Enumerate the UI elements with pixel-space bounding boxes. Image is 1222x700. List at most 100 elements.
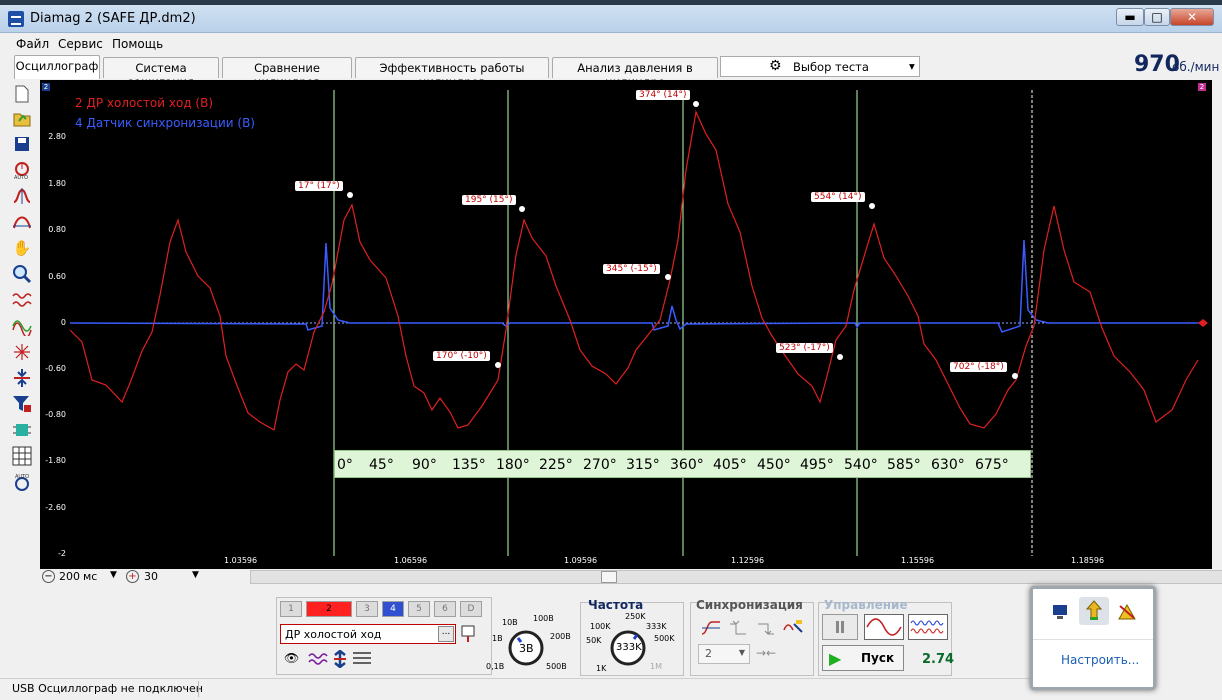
oscilloscope-plot[interactable]: 2 2: [40, 80, 1212, 570]
cursor-point[interactable]: [347, 192, 353, 198]
channel-button-6[interactable]: 6: [434, 601, 456, 617]
single-mode-button[interactable]: [864, 614, 904, 640]
filter-icon[interactable]: [10, 288, 34, 312]
gear-icon: ⚙: [769, 58, 782, 74]
sync-auto-icon[interactable]: [782, 618, 804, 641]
menu-help[interactable]: Помощь: [112, 37, 163, 51]
volt-label: 100В: [533, 614, 554, 623]
upload-icon[interactable]: [1079, 597, 1109, 625]
degree-label: 270°: [583, 457, 617, 473]
cursor-point[interactable]: [519, 206, 525, 212]
cursor-point[interactable]: [693, 101, 699, 107]
cursor-point[interactable]: [495, 362, 501, 368]
test-select[interactable]: ⚙ Выбор теста ▾: [720, 56, 920, 77]
chip-icon[interactable]: [10, 418, 34, 442]
channel-button-d[interactable]: D: [460, 601, 482, 617]
legend-channel-2: 2 ДР холостой ход (В): [75, 96, 214, 110]
sync-rising-icon[interactable]: [700, 618, 722, 641]
open-folder-icon[interactable]: [10, 107, 34, 131]
sync-lock-icon[interactable]: →←: [756, 646, 776, 660]
pause-button[interactable]: [822, 614, 858, 640]
wave-filter-icon[interactable]: [308, 650, 328, 671]
sync-channel-select[interactable]: 2 ▼: [698, 644, 750, 664]
maximize-button[interactable]: □: [1144, 8, 1170, 26]
zoom-out-icon[interactable]: −: [42, 570, 55, 583]
cursor-label: 523° (-17°): [776, 343, 833, 353]
y-tick: 0.80: [48, 225, 66, 234]
cursor-point[interactable]: [1012, 373, 1018, 379]
y-tick: -0.80: [45, 410, 66, 419]
tab-ignition[interactable]: Система зажигания: [103, 57, 219, 89]
lines-icon[interactable]: [352, 650, 372, 671]
grid-icon[interactable]: [10, 444, 34, 468]
measure-icon[interactable]: [10, 340, 34, 364]
channel-filter-icon[interactable]: [10, 392, 34, 416]
degree-label: 585°: [887, 457, 921, 473]
popup-divider: [1033, 639, 1153, 640]
cursor-point[interactable]: [665, 274, 671, 280]
hand-icon[interactable]: ✋: [10, 236, 34, 260]
channel-button-1[interactable]: 1: [280, 601, 302, 617]
minimize-button[interactable]: ▬: [1116, 8, 1144, 26]
tab-oscilloscope[interactable]: Осциллограф: [14, 55, 100, 79]
time-value[interactable]: 200: [59, 570, 80, 583]
channel-button-2[interactable]: 2: [306, 601, 352, 617]
degree-label: 0°: [337, 457, 353, 473]
frequency-label: 250K: [625, 612, 646, 621]
save-icon[interactable]: [10, 132, 34, 156]
frequency-label: 1M: [650, 662, 662, 671]
sync-up-icon[interactable]: [728, 618, 748, 641]
start-label: Пуск: [861, 651, 895, 665]
cursor-point[interactable]: [837, 354, 843, 360]
menu-bar: Файл Сервис Помощь: [0, 34, 1222, 54]
amp-value[interactable]: 30: [144, 570, 158, 583]
channel-name-input[interactable]: ДР холостой ход ...: [280, 624, 456, 644]
probe-icon[interactable]: [460, 624, 478, 644]
zero-marker[interactable]: [1198, 319, 1208, 327]
sync-icon[interactable]: [10, 366, 34, 390]
volt-knob[interactable]: 3В 10В 100В 1В 200В 0,1В 500В: [486, 612, 574, 674]
eye-icon[interactable]: 👁: [284, 651, 299, 665]
close-button[interactable]: ✕: [1170, 8, 1214, 26]
menu-service[interactable]: Сервис: [58, 37, 103, 51]
status-text: USB Осциллограф не подключен: [12, 682, 203, 695]
channel-button-4[interactable]: 4: [382, 601, 404, 617]
new-file-icon[interactable]: [10, 82, 34, 106]
more-button[interactable]: ...: [438, 626, 454, 642]
tab-cylinder-efficiency[interactable]: Эффективность работы цилиндров: [355, 57, 549, 89]
channel-button-3[interactable]: 3: [356, 601, 378, 617]
tab-cylinder-compare[interactable]: Сравнение цилиндров: [222, 57, 352, 89]
auto-scale-icon[interactable]: AUTO: [10, 158, 34, 182]
title-bar: Diamag 2 (SAFE ДР.dm2) ▬ □ ✕: [0, 5, 1222, 33]
x-tick: 1.06596: [394, 556, 428, 565]
zoom-icon[interactable]: [10, 262, 34, 286]
zoom-in-icon[interactable]: +: [126, 570, 139, 583]
chevron-down-icon[interactable]: ▼: [192, 570, 199, 580]
horizontal-scrollbar[interactable]: [250, 570, 1222, 584]
app-icon: [8, 11, 24, 27]
trigger-cursor-icon[interactable]: [10, 184, 34, 208]
degree-label: 630°: [931, 457, 965, 473]
configure-link[interactable]: Настроить...: [1061, 653, 1139, 667]
channel-button-5[interactable]: 5: [408, 601, 430, 617]
measured-value: 2.74: [922, 652, 955, 667]
overlay-icon[interactable]: [10, 314, 34, 338]
sine-icon[interactable]: [10, 210, 34, 234]
warning-icon[interactable]: [1117, 603, 1137, 624]
start-button[interactable]: ▶ Пуск: [822, 645, 904, 671]
cursor-label: 554° (14°): [811, 192, 865, 202]
x-tick: 1.12596: [731, 556, 765, 565]
monitor-icon[interactable]: [1051, 603, 1071, 624]
frequency-title: Частота: [588, 598, 644, 612]
tab-pressure-analysis[interactable]: Анализ давления в цилиндре: [552, 57, 718, 89]
chevron-down-icon[interactable]: ▼: [110, 570, 117, 580]
frequency-label: 500K: [654, 634, 675, 643]
auto-settings-icon[interactable]: AUTO: [10, 470, 34, 494]
menu-file[interactable]: Файл: [16, 37, 49, 51]
invert-icon[interactable]: [332, 649, 348, 671]
frequency-knob[interactable]: 333K 250K 100K 333K 500K 50K 1K 1M: [586, 612, 682, 674]
continuous-mode-button[interactable]: [908, 614, 948, 640]
sync-down-icon[interactable]: [756, 618, 776, 641]
cursor-point[interactable]: [869, 203, 875, 209]
scroll-thumb[interactable]: [601, 571, 617, 583]
